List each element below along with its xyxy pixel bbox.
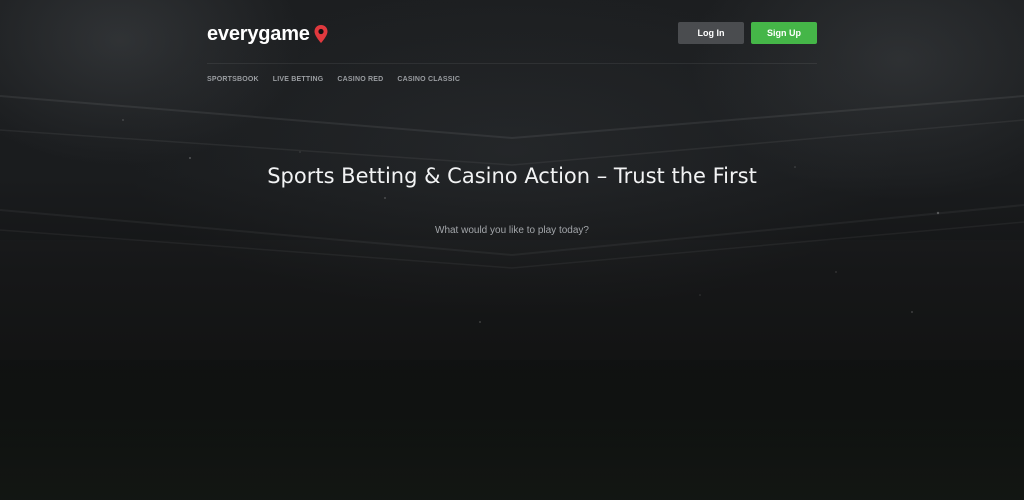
signup-button[interactable]: Sign Up: [751, 22, 817, 44]
hero-title: Sports Betting & Casino Action – Trust t…: [267, 164, 757, 188]
nav-item-casino-red[interactable]: CASINO RED: [337, 76, 383, 83]
nav-item-casino-classic[interactable]: CASINO CLASSIC: [397, 76, 460, 83]
nav-item-sportsbook[interactable]: SPORTSBOOK: [207, 76, 259, 83]
main-nav: SPORTSBOOK LIVE BETTING CASINO RED CASIN…: [207, 76, 460, 83]
field-grass: [0, 360, 1024, 500]
hero-subtitle: What would you like to play today?: [435, 225, 589, 236]
header-divider: [207, 63, 817, 64]
login-button[interactable]: Log In: [678, 22, 744, 44]
nav-item-live-betting[interactable]: LIVE BETTING: [273, 76, 324, 83]
page: everygame Log In Sign Up SPORTSBOOK LIVE…: [0, 0, 1024, 500]
logo-text: everygame: [207, 22, 310, 45]
map-pin-icon: [314, 25, 328, 43]
everygame-logo[interactable]: everygame: [207, 21, 329, 47]
